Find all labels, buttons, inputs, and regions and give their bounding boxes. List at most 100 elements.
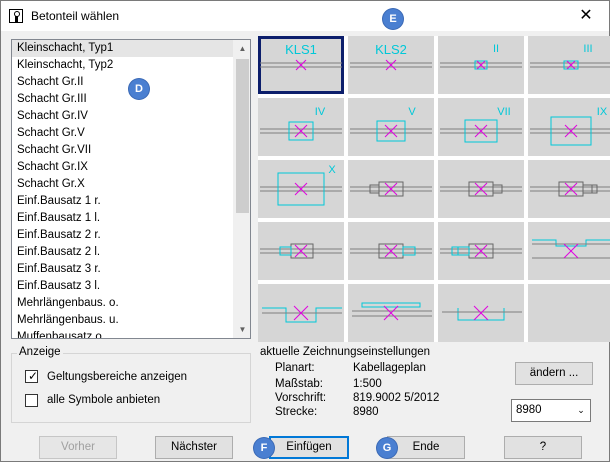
list-item[interactable]: Schacht Gr.IV	[12, 108, 234, 125]
marker-e: E	[383, 9, 403, 29]
display-group	[11, 353, 251, 423]
list-item[interactable]: Einf.Bausatz 1 r.	[12, 193, 234, 210]
symbol-grid: KLS1 KLS2 II III IV V VII IX X	[258, 36, 610, 342]
symbol-cell[interactable]: IX	[528, 98, 610, 156]
symbol-label: KLS2	[375, 42, 407, 57]
marker-g: G	[377, 438, 397, 458]
symbol-icon: IX	[530, 106, 610, 146]
symbol-cell[interactable]: V	[348, 98, 434, 156]
insert-button[interactable]: Einfügen	[269, 436, 349, 459]
previous-button[interactable]: Vorher	[39, 436, 117, 459]
symbol-icon: KLS1	[260, 42, 342, 71]
symbol-icon	[350, 181, 432, 197]
symbol-label: VII	[497, 106, 510, 118]
symbol-icon	[350, 243, 432, 259]
symbol-label: IV	[315, 106, 326, 118]
symbol-cell[interactable]	[438, 222, 524, 280]
list-item[interactable]: Einf.Bausatz 1 l.	[12, 210, 234, 227]
scope-checkbox-label: Geltungsbereiche anzeigen	[47, 371, 188, 383]
dialog-window: Betonteil wählen ✕ E Kleinschacht, Typ1 K…	[0, 0, 610, 462]
scroll-down-icon[interactable]: ▼	[234, 321, 250, 338]
route-select[interactable]: 8980 ⌄	[511, 399, 591, 422]
symbol-cell[interactable]: IV	[258, 98, 344, 156]
symbol-icon	[440, 181, 522, 197]
list-item[interactable]: Schacht Gr.X	[12, 176, 234, 193]
symbol-icon	[528, 284, 610, 342]
scroll-thumb[interactable]	[236, 59, 249, 213]
symbol-icon	[260, 243, 342, 259]
marker-f: F	[254, 438, 274, 458]
scroll-up-icon[interactable]: ▲	[234, 40, 250, 57]
symbol-cell[interactable]	[348, 160, 434, 218]
list-item[interactable]: Einf.Bausatz 2 l.	[12, 244, 234, 261]
symbol-icon	[532, 239, 610, 259]
symbol-cell[interactable]	[528, 222, 610, 280]
setting-value: 1:500	[353, 378, 382, 390]
symbol-label: II	[493, 43, 499, 55]
setting-key: Strecke:	[275, 406, 318, 418]
symbol-icon: IV	[260, 106, 342, 141]
symbol-label: X	[328, 164, 336, 176]
symbol-cell[interactable]: III	[528, 36, 610, 94]
list-item[interactable]: Muffenbausatz o.	[12, 329, 234, 338]
symbol-cell[interactable]	[258, 284, 344, 342]
title-bar: Betonteil wählen ✕	[1, 1, 609, 31]
symbol-icon: III	[530, 43, 610, 70]
setting-value: 819.9002 5/2012	[353, 392, 440, 404]
symbol-cell[interactable]	[438, 284, 524, 342]
list-item[interactable]: Einf.Bausatz 2 r.	[12, 227, 234, 244]
symbol-cell[interactable]: VII	[438, 98, 524, 156]
symbol-icon: V	[350, 106, 432, 142]
list-item[interactable]: Schacht Gr.II	[12, 74, 234, 91]
window-title: Betonteil wählen	[31, 9, 120, 23]
list-item[interactable]: Schacht Gr.VII	[12, 142, 234, 159]
symbol-icon: VII	[440, 106, 522, 143]
list-item[interactable]: Schacht Gr.III	[12, 91, 234, 108]
list-item[interactable]: Mehrlängenbaus. o.	[12, 295, 234, 312]
checkmark-icon: ✓	[28, 369, 39, 383]
list-item[interactable]: Schacht Gr.V	[12, 125, 234, 142]
list-scrollbar[interactable]: ▲ ▼	[233, 40, 250, 338]
list-item[interactable]: Schacht Gr.IX	[12, 159, 234, 176]
symbol-cell[interactable]	[528, 284, 610, 342]
symbol-label: KLS1	[285, 42, 317, 57]
symbol-cell[interactable]	[258, 222, 344, 280]
all-symbols-checkbox[interactable]	[25, 394, 38, 407]
symbol-cell[interactable]: II	[438, 36, 524, 94]
next-button[interactable]: Nächster	[155, 436, 233, 459]
chevron-down-icon: ⌄	[577, 405, 585, 415]
symbol-cell[interactable]	[348, 222, 434, 280]
all-symbols-checkbox-label: alle Symbole anbieten	[47, 394, 161, 406]
list-item[interactable]: Einf.Bausatz 3 l.	[12, 278, 234, 295]
symbol-icon	[262, 305, 342, 323]
finish-button[interactable]: Ende	[387, 436, 465, 459]
list-item[interactable]: Kleinschacht, Typ2	[12, 57, 234, 74]
symbol-icon	[352, 302, 432, 321]
setting-key: Maßstab:	[275, 378, 323, 390]
symbol-label: IX	[597, 106, 608, 118]
part-list: Kleinschacht, Typ1 Kleinschacht, Typ2 Scha…	[12, 40, 234, 338]
symbol-cell[interactable]	[348, 284, 434, 342]
list-item[interactable]: Kleinschacht, Typ1	[12, 40, 234, 57]
setting-value: 8980	[353, 406, 379, 418]
list-item[interactable]: Mehrlängenbaus. u.	[12, 312, 234, 329]
setting-value: Kabellageplan	[353, 362, 426, 374]
symbol-icon	[442, 305, 522, 321]
symbol-cell[interactable]	[528, 160, 610, 218]
settings-group-title: aktuelle Zeichnungseinstellungen	[258, 346, 433, 358]
change-settings-button[interactable]: ändern ...	[515, 362, 593, 385]
scope-checkbox[interactable]: ✓	[25, 369, 39, 383]
symbol-cell[interactable]: KLS2	[348, 36, 434, 94]
list-item[interactable]: Einf.Bausatz 3 r.	[12, 261, 234, 278]
symbol-cell[interactable]: KLS1	[258, 36, 344, 94]
marker-d: D	[129, 79, 149, 99]
symbol-cell[interactable]: X	[258, 160, 344, 218]
symbol-label: III	[583, 43, 592, 55]
help-button[interactable]: ?	[504, 436, 582, 459]
app-icon	[9, 9, 23, 23]
symbol-icon: KLS2	[350, 42, 432, 71]
close-button[interactable]: ✕	[571, 4, 601, 28]
symbol-icon: X	[260, 164, 342, 206]
symbol-cell[interactable]	[438, 160, 524, 218]
setting-key: Vorschrift:	[275, 392, 327, 404]
